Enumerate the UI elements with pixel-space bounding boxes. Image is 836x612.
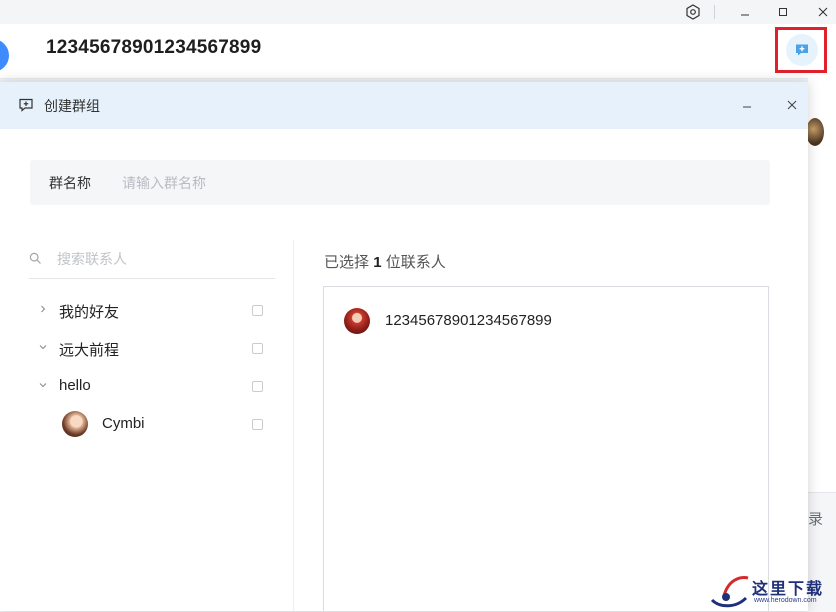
selected-summary-suffix: 位联系人 <box>385 254 446 271</box>
contact-group-row[interactable]: hello <box>29 368 275 404</box>
highlight-annotation <box>775 27 827 73</box>
group-label: 远大前程 <box>59 342 120 359</box>
background-avatar <box>806 118 824 146</box>
contact-name: Cymbi <box>102 415 145 432</box>
contact-avatar <box>62 411 88 437</box>
contact-search <box>29 240 275 279</box>
titlebar-divider <box>714 5 715 19</box>
minimize-icon <box>741 14 749 16</box>
watermark-url: www.herodown.com <box>754 597 817 604</box>
dialog-header: 创建群组 <box>0 82 808 129</box>
group-label: 我的好友 <box>59 304 120 321</box>
group-name-row: 群名称 <box>30 160 770 205</box>
selected-summary-prefix: 已选择 <box>324 254 370 271</box>
search-input[interactable] <box>55 246 269 272</box>
selected-contacts-list: 12345678901234567899 <box>323 286 769 611</box>
close-window-button[interactable] <box>808 0 836 24</box>
watermark-swoosh-icon <box>710 576 749 608</box>
watermark-text: 这里下载 <box>752 579 825 598</box>
gear-icon <box>686 4 700 20</box>
watermark-logo: 这里下载 www.herodown.com <box>706 570 834 611</box>
contact-group-row[interactable]: 我的好友 <box>29 292 275 328</box>
contact-checkbox[interactable] <box>252 419 263 430</box>
add-chat-icon <box>19 98 33 112</box>
contact-group-row[interactable]: 远大前程 <box>29 330 275 366</box>
dialog-minimize-button[interactable] <box>736 94 758 116</box>
chat-header: 12345678901234567899 <box>0 24 836 79</box>
selected-contact-name: 12345678901234567899 <box>385 312 552 329</box>
settings-button[interactable] <box>678 0 708 24</box>
group-checkbox[interactable] <box>252 343 263 354</box>
avatar <box>344 308 370 334</box>
close-icon <box>818 7 828 17</box>
window-titlebar <box>0 0 836 24</box>
minimize-icon <box>743 106 751 108</box>
chat-title: 12345678901234567899 <box>46 37 262 58</box>
dialog-title: 创建群组 <box>44 98 100 114</box>
chevron-down-icon[interactable] <box>38 380 48 390</box>
chevron-right-icon[interactable] <box>38 304 48 314</box>
search-icon <box>29 252 41 264</box>
group-checkbox[interactable] <box>252 381 263 392</box>
pane-divider <box>293 240 294 611</box>
contacts-pane: 我的好友 远大前程 hello Cymbi <box>29 240 276 611</box>
group-name-label: 群名称 <box>49 175 91 191</box>
group-label: hello <box>59 377 91 394</box>
create-group-dialog: 创建群组 群名称 我的好友 远大前程 <box>0 82 808 611</box>
selected-count: 1 <box>373 254 382 271</box>
chevron-down-icon[interactable] <box>38 342 48 352</box>
background-record-label: 录 <box>808 511 824 528</box>
maximize-window-button[interactable] <box>768 0 798 24</box>
selected-summary: 已选择 1 位联系人 <box>324 251 446 272</box>
user-avatar[interactable] <box>0 39 9 72</box>
close-icon <box>787 100 797 110</box>
selected-contact-item[interactable]: 12345678901234567899 <box>344 307 744 335</box>
minimize-window-button[interactable] <box>730 0 760 24</box>
group-name-input[interactable] <box>120 169 724 197</box>
contact-row[interactable]: Cymbi <box>29 406 275 442</box>
maximize-icon <box>779 8 787 16</box>
dialog-close-button[interactable] <box>781 94 803 116</box>
group-checkbox[interactable] <box>252 305 263 316</box>
